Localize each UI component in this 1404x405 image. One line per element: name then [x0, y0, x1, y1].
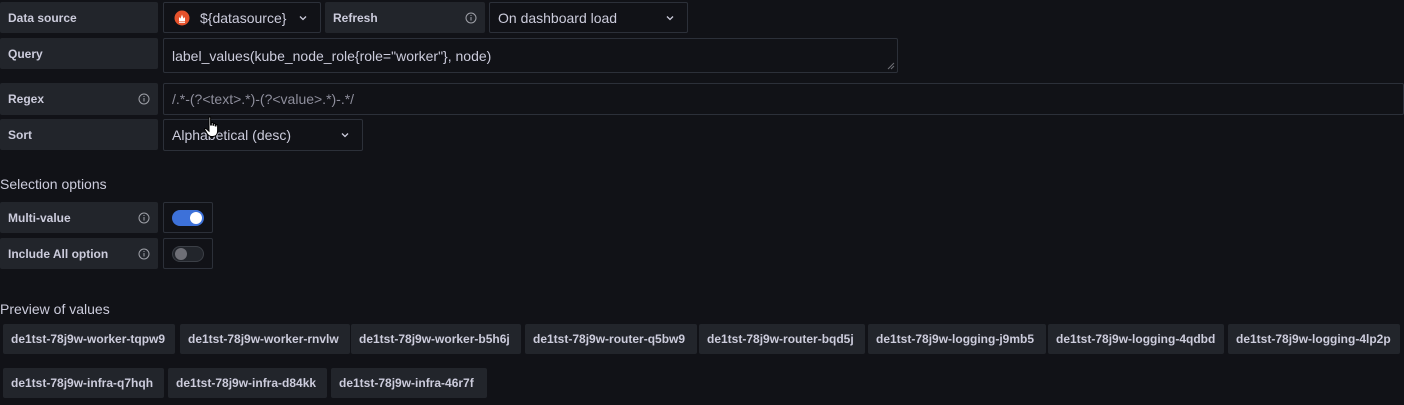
include-all-switch-container: [163, 238, 213, 269]
regex-label-text: Regex: [8, 92, 45, 106]
selection-options-title: Selection options: [0, 176, 107, 192]
include-all-label-text: Include All option: [8, 246, 109, 261]
multi-value-toggle[interactable]: [172, 209, 204, 226]
preview-value-chip: de1tst-78j9w-infra-46r7f: [331, 368, 487, 398]
query-label: Query: [0, 38, 158, 69]
sort-select[interactable]: Alphabetical (desc): [163, 119, 363, 151]
sort-label: Sort: [0, 119, 158, 150]
hand-cursor-icon: [204, 116, 219, 137]
sort-value: Alphabetical (desc): [172, 127, 292, 143]
chevron-down-icon: [666, 15, 674, 20]
refresh-label: Refresh: [325, 2, 485, 33]
preview-value-chip: de1tst-78j9w-router-q5bw9: [525, 324, 697, 354]
toggle-knob: [175, 247, 187, 260]
datasource-label-text: Data source: [8, 10, 77, 25]
prometheus-logo-icon: [174, 10, 190, 25]
datasource-select[interactable]: ${datasource}: [163, 2, 321, 33]
multi-value-label: Multi-value: [0, 202, 158, 233]
preview-value-chip: de1tst-78j9w-infra-d84kk: [168, 368, 327, 398]
preview-value-chip: de1tst-78j9w-worker-tqpw9: [3, 324, 175, 354]
preview-value-chip: de1tst-78j9w-worker-rnvlw: [180, 324, 350, 354]
preview-of-values-title: Preview of values: [0, 301, 110, 317]
refresh-value: On dashboard load: [498, 9, 618, 26]
query-value: label_values(kube_node_role{role="worker…: [172, 47, 492, 64]
regex-value: /.*-(?<text>.*)-(?<value>.*)-.*/: [172, 91, 355, 107]
info-icon[interactable]: [138, 248, 150, 260]
preview-value-chip: de1tst-78j9w-worker-b5h6j: [351, 324, 521, 354]
sort-label-text: Sort: [8, 127, 32, 142]
datasource-label: Data source: [0, 2, 158, 33]
include-all-toggle[interactable]: [172, 245, 204, 262]
multi-value-switch-container: [163, 202, 213, 233]
regex-input[interactable]: /.*-(?<text>.*)-(?<value>.*)-.*/: [163, 83, 1404, 115]
info-icon[interactable]: [138, 212, 150, 224]
preview-value-chip: de1tst-78j9w-infra-q7hqh: [3, 368, 164, 398]
include-all-label: Include All option: [0, 238, 158, 269]
info-icon[interactable]: [138, 93, 150, 105]
refresh-select[interactable]: On dashboard load: [489, 2, 688, 33]
preview-value-chip: de1tst-78j9w-router-bqd5j: [699, 324, 865, 354]
preview-value-chip: de1tst-78j9w-logging-4lp2p: [1228, 324, 1400, 354]
datasource-value: ${datasource}: [200, 9, 287, 26]
query-label-text: Query: [8, 46, 43, 61]
regex-label: Regex: [0, 83, 158, 115]
info-icon[interactable]: [465, 12, 477, 24]
toggle-knob: [190, 211, 202, 224]
chevron-down-icon: [299, 15, 307, 20]
preview-value-chip: de1tst-78j9w-logging-j9mb5: [868, 324, 1046, 354]
chevron-down-icon: [341, 133, 349, 138]
preview-value-chip: de1tst-78j9w-logging-4qdbd: [1048, 324, 1224, 354]
resize-handle-icon[interactable]: [887, 62, 895, 70]
multi-value-label-text: Multi-value: [8, 210, 71, 225]
refresh-label-text: Refresh: [333, 10, 378, 25]
query-textarea[interactable]: label_values(kube_node_role{role="worker…: [163, 38, 898, 73]
